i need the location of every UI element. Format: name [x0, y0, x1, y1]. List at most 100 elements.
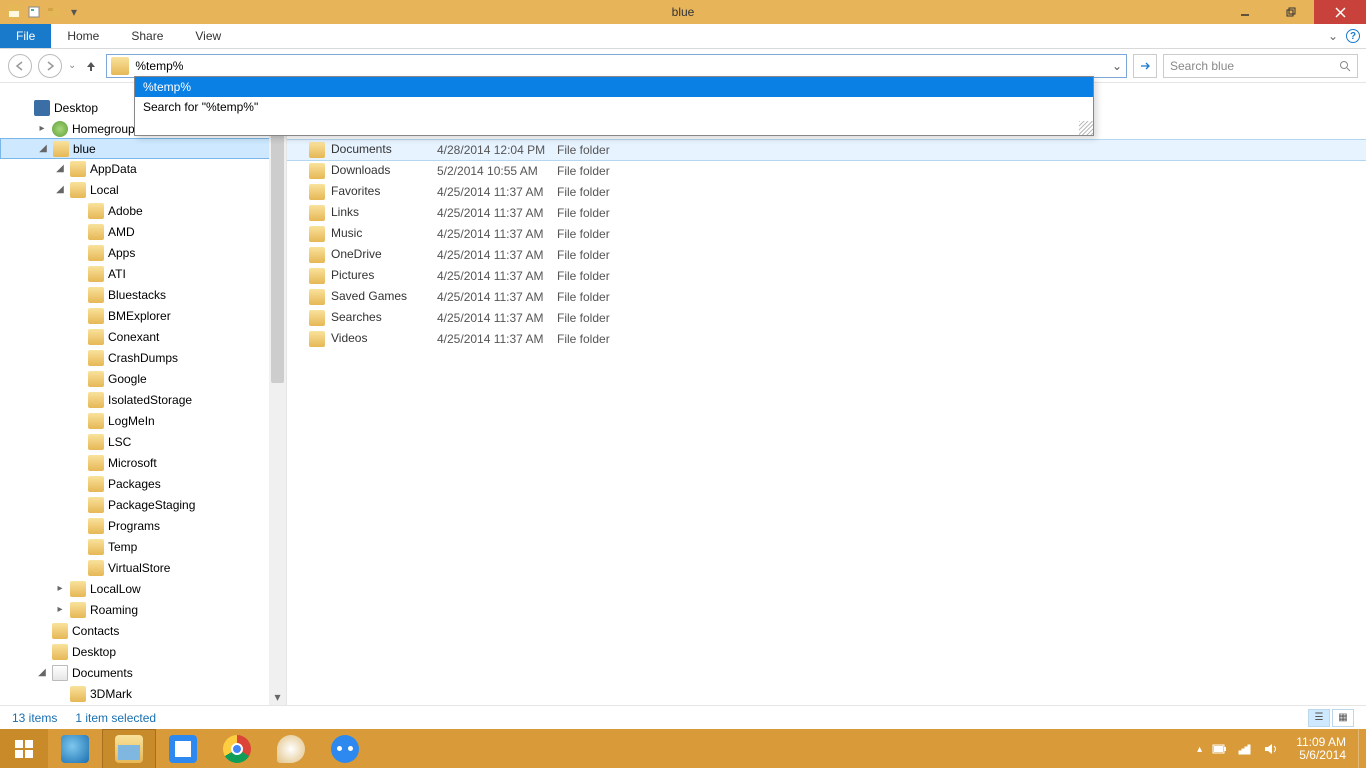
- expand-icon[interactable]: ▸: [54, 604, 66, 615]
- expand-ribbon-icon[interactable]: ⌄: [1328, 29, 1338, 43]
- suggestion-search-item[interactable]: Search for "%temp%": [135, 97, 1093, 117]
- taskbar-paint[interactable]: [264, 729, 318, 768]
- help-icon[interactable]: ?: [1346, 29, 1360, 43]
- tree-item[interactable]: LogMeIn: [0, 410, 286, 431]
- file-row[interactable]: Favorites4/25/2014 11:37 AMFile folder: [287, 181, 1366, 202]
- file-row[interactable]: Downloads5/2/2014 10:55 AMFile folder: [287, 160, 1366, 181]
- tree-item[interactable]: ◢AppData: [0, 158, 286, 179]
- tab-home[interactable]: Home: [51, 24, 115, 48]
- resize-grip-icon[interactable]: [1079, 121, 1093, 135]
- start-button[interactable]: [0, 729, 48, 768]
- tree-item[interactable]: Google: [0, 368, 286, 389]
- icons-view-button[interactable]: ▦: [1332, 709, 1354, 727]
- tree-item[interactable]: Apps: [0, 242, 286, 263]
- tree-item[interactable]: Contacts: [0, 620, 286, 641]
- tree-item[interactable]: Bluestacks: [0, 284, 286, 305]
- tree-item[interactable]: Adobe: [0, 200, 286, 221]
- forward-button[interactable]: [38, 54, 62, 78]
- battery-icon[interactable]: [1212, 743, 1228, 755]
- expand-icon[interactable]: ◢: [54, 163, 66, 174]
- search-box[interactable]: Search blue: [1163, 54, 1358, 78]
- taskbar-ie[interactable]: [48, 729, 102, 768]
- address-dropdown-icon[interactable]: ⌄: [1108, 59, 1126, 73]
- home-icon: [52, 121, 68, 137]
- tree-item[interactable]: AMD: [0, 221, 286, 242]
- folder-icon: [88, 245, 104, 261]
- scroll-down-icon[interactable]: ▾: [269, 688, 286, 705]
- address-input[interactable]: [133, 59, 1108, 73]
- expand-icon[interactable]: ◢: [37, 143, 49, 154]
- tree-item[interactable]: IsolatedStorage: [0, 389, 286, 410]
- close-button[interactable]: [1314, 0, 1366, 24]
- tab-share[interactable]: Share: [115, 24, 179, 48]
- tree-item[interactable]: ▸LocalLow: [0, 578, 286, 599]
- restore-button[interactable]: [1268, 0, 1314, 24]
- tree-item[interactable]: ◢Documents: [0, 662, 286, 683]
- tree-item-label: IsolatedStorage: [108, 393, 192, 407]
- taskbar-chrome[interactable]: [210, 729, 264, 768]
- expand-icon[interactable]: ▸: [36, 123, 48, 134]
- file-row[interactable]: Saved Games4/25/2014 11:37 AMFile folder: [287, 286, 1366, 307]
- file-tab[interactable]: File: [0, 24, 51, 48]
- go-button[interactable]: [1133, 54, 1157, 78]
- new-folder-icon[interactable]: [46, 4, 62, 20]
- tree-item[interactable]: PackageStaging: [0, 494, 286, 515]
- navpane-scrollbar[interactable]: ▴ ▾: [269, 83, 286, 705]
- taskbar-explorer[interactable]: [102, 729, 156, 768]
- file-row[interactable]: Searches4/25/2014 11:37 AMFile folder: [287, 307, 1366, 328]
- tree-item[interactable]: Packages: [0, 473, 286, 494]
- expand-icon[interactable]: ◢: [54, 184, 66, 195]
- tree-item[interactable]: Conexant: [0, 326, 286, 347]
- address-bar[interactable]: ⌄: [106, 54, 1127, 78]
- taskbar-clock[interactable]: 11:09 AM 5/6/2014: [1288, 736, 1354, 762]
- folder-icon: [309, 142, 325, 158]
- qat-dropdown-icon[interactable]: ▾: [66, 4, 82, 20]
- back-button[interactable]: [8, 54, 32, 78]
- file-row[interactable]: Documents4/28/2014 12:04 PMFile folder: [287, 139, 1366, 160]
- taskbar-flickr[interactable]: [318, 729, 372, 768]
- tree-item[interactable]: Desktop: [0, 641, 286, 662]
- expand-icon[interactable]: ▸: [54, 583, 66, 594]
- tab-view[interactable]: View: [179, 24, 237, 48]
- file-row[interactable]: Music4/25/2014 11:37 AMFile folder: [287, 223, 1366, 244]
- details-view-button[interactable]: ☰: [1308, 709, 1330, 727]
- tree-item[interactable]: Programs: [0, 515, 286, 536]
- up-button[interactable]: [82, 57, 100, 75]
- tree-item[interactable]: ◢Local: [0, 179, 286, 200]
- folder-icon: [88, 560, 104, 576]
- expand-icon[interactable]: ◢: [36, 667, 48, 678]
- tree-item[interactable]: ATI: [0, 263, 286, 284]
- tree-item[interactable]: BMExplorer: [0, 305, 286, 326]
- folder-icon: [70, 686, 86, 702]
- file-row[interactable]: Links4/25/2014 11:37 AMFile folder: [287, 202, 1366, 223]
- tree-item[interactable]: CrashDumps: [0, 347, 286, 368]
- show-desktop-button[interactable]: [1358, 729, 1366, 768]
- file-row[interactable]: OneDrive4/25/2014 11:37 AMFile folder: [287, 244, 1366, 265]
- file-row[interactable]: Pictures4/25/2014 11:37 AMFile folder: [287, 265, 1366, 286]
- file-type: File folder: [557, 328, 1366, 349]
- scroll-thumb[interactable]: [271, 103, 284, 383]
- tree-item-label: Contacts: [72, 624, 119, 638]
- tree-item[interactable]: Temp: [0, 536, 286, 557]
- tree-item[interactable]: 3DMark: [0, 683, 286, 704]
- tray-expand-icon[interactable]: ▴: [1197, 744, 1202, 755]
- tree-item[interactable]: ▸Roaming: [0, 599, 286, 620]
- volume-icon[interactable]: [1264, 743, 1278, 755]
- recent-dropdown-icon[interactable]: ⌄: [68, 60, 76, 71]
- file-row[interactable]: Videos4/25/2014 11:37 AMFile folder: [287, 328, 1366, 349]
- tree-item[interactable]: Microsoft: [0, 452, 286, 473]
- tree-item[interactable]: VirtualStore: [0, 557, 286, 578]
- suggestion-item[interactable]: %temp%: [135, 77, 1093, 97]
- tree-item[interactable]: ◢blue: [0, 138, 286, 159]
- file-type: File folder: [557, 181, 1366, 202]
- properties-icon[interactable]: [26, 4, 42, 20]
- tree-item[interactable]: LSC: [0, 431, 286, 452]
- wifi-icon[interactable]: [1238, 743, 1254, 755]
- tree-item-label: Microsoft: [108, 456, 157, 470]
- folder-icon: [309, 331, 325, 347]
- tree-item-label: Homegroup: [72, 122, 135, 136]
- folder-icon: [88, 266, 104, 282]
- folder-icon: [70, 602, 86, 618]
- taskbar-store[interactable]: [156, 729, 210, 768]
- minimize-button[interactable]: [1222, 0, 1268, 24]
